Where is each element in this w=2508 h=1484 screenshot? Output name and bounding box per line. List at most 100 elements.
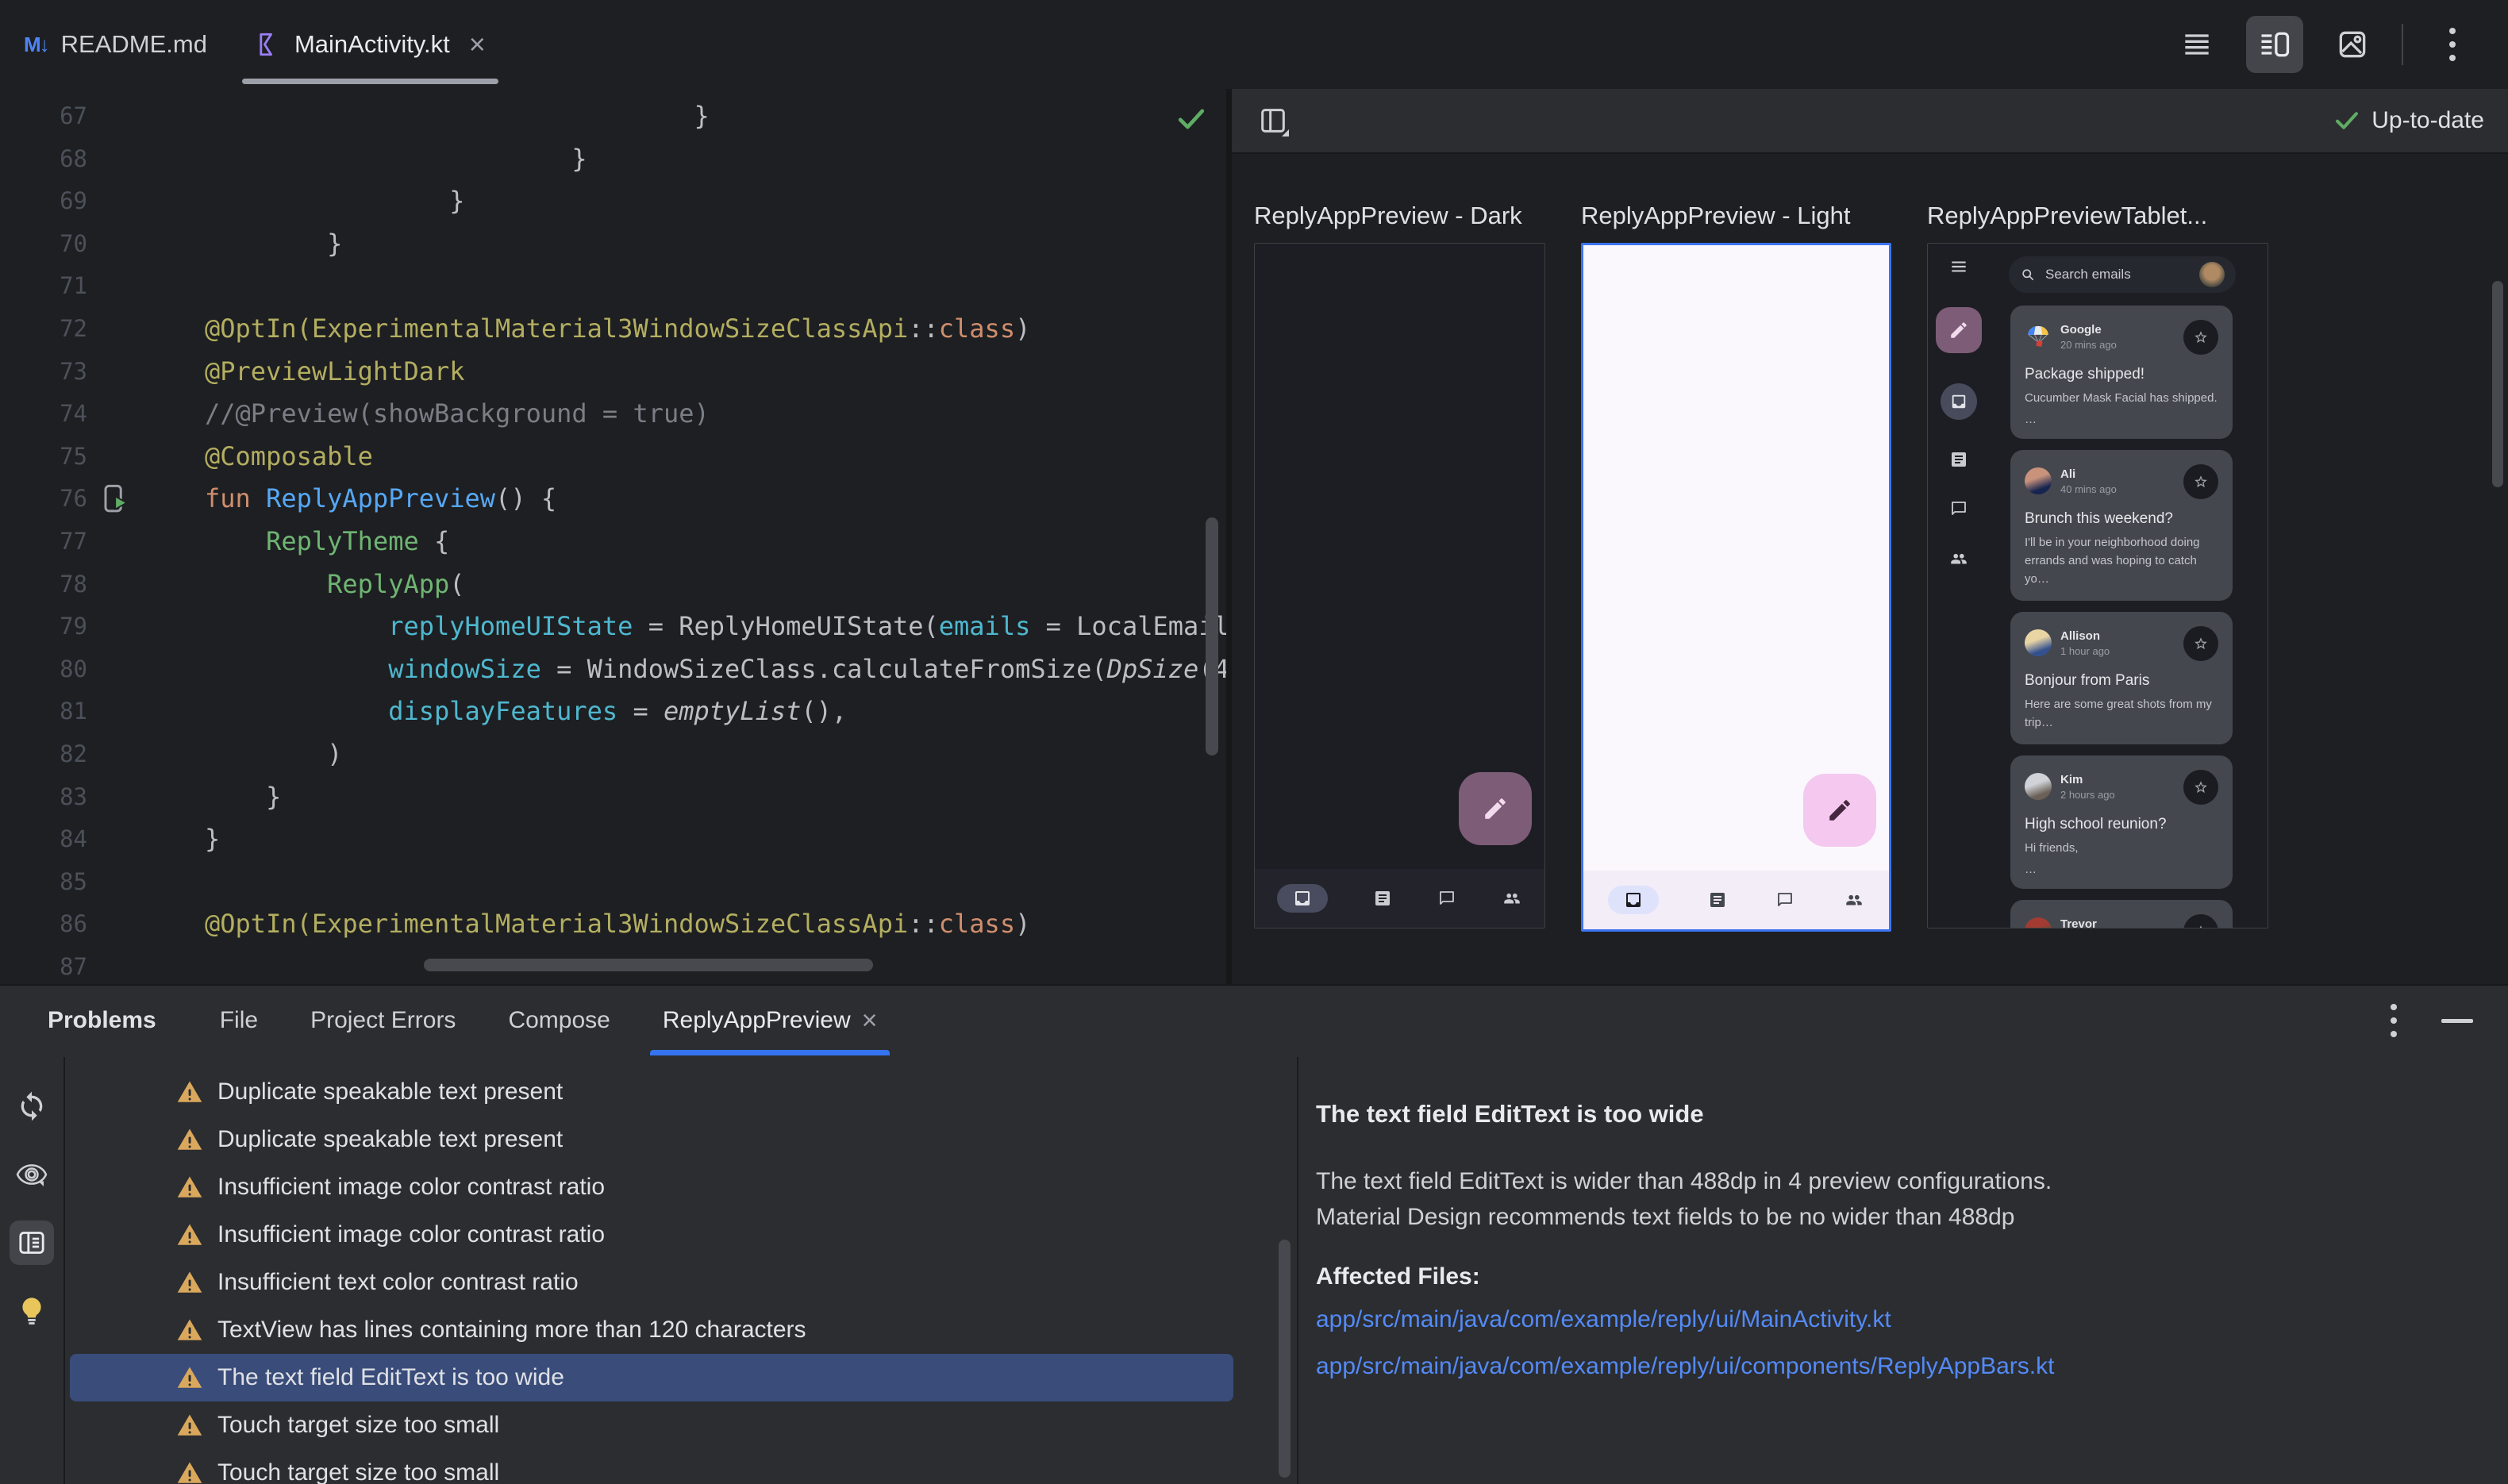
problem-row[interactable]: Insufficient text color contrast ratio [70,1259,1233,1306]
code-line[interactable]: 72@OptIn(ExperimentalMaterial3WindowSize… [0,308,1226,351]
nav-people[interactable] [1948,548,1969,569]
preview-layout-button[interactable] [1256,103,1291,138]
preview-canvas[interactable]: ReplyAppPreview - Dark Search emails Goo… [1232,154,2508,984]
code-line[interactable]: 80 windowSize = WindowSizeClass.calculat… [0,648,1226,691]
design-view-button[interactable] [2324,16,2381,73]
problem-row[interactable]: The text field EditText is too wide [70,1354,1233,1401]
preview-light[interactable]: ReplyAppPreview - Light Search emails Go… [1581,202,1891,932]
favorite-button[interactable] [2183,464,2218,499]
nav-inbox[interactable] [1277,884,1328,913]
favorite-button[interactable] [2183,626,2218,661]
favorite-button[interactable] [2183,320,2218,355]
nav-inbox[interactable] [1941,383,1977,420]
split-view-button[interactable] [2246,16,2303,73]
email-card[interactable]: Google20 mins agoPackage shipped!Cucumbe… [2010,306,2233,439]
problem-row[interactable]: Touch target size too small [70,1449,1233,1484]
code-line[interactable]: 70 } [0,223,1226,266]
code-line[interactable]: 69 } [0,180,1226,223]
compose-fab[interactable] [1459,772,1532,845]
refresh-button[interactable] [10,1084,54,1128]
code-line[interactable]: 71 [0,265,1226,308]
favorite-button[interactable] [2183,914,2218,928]
tablet-frame[interactable]: Search emails Google20 mins agoPackage s… [1927,243,2268,928]
preview-tablet[interactable]: ReplyAppPreviewTablet... [1927,202,2268,928]
code-line[interactable]: 68 } [0,138,1226,181]
avatar[interactable] [2199,262,2225,287]
code-line[interactable]: 74//@Preview(showBackground = true) [0,393,1226,436]
nav-people[interactable] [1502,888,1522,909]
tab-readme[interactable]: M↓ README.md [0,0,231,89]
email-card[interactable]: Kim2 hours agoHigh school reunion?Hi fri… [2010,755,2233,889]
tab-project-errors[interactable]: Project Errors [290,986,476,1055]
code-view-button[interactable] [2168,16,2225,73]
tab-file[interactable]: File [199,986,279,1055]
nav-chat[interactable] [1949,499,1968,518]
code-line[interactable]: 67 } [0,95,1226,138]
editor-vertical-scrollbar[interactable] [1206,517,1218,755]
code-line[interactable]: 85 [0,861,1226,904]
affected-file-link[interactable]: app/src/main/java/com/example/reply/ui/M… [1316,1301,2476,1337]
problem-row[interactable]: Duplicate speakable text present [70,1068,1233,1116]
kebab-menu-icon[interactable] [2391,1004,2397,1037]
nav-articles[interactable] [1373,889,1392,908]
problems-list[interactable]: Duplicate speakable text presentDuplicat… [65,1057,1297,1484]
code-line[interactable]: 73@PreviewLightDark [0,351,1226,394]
nav-people[interactable] [1844,890,1864,910]
more-options-button[interactable] [2424,16,2481,73]
code-view-icon [2179,27,2214,62]
compose-fab[interactable] [1936,307,1982,353]
tab-replyapppreview[interactable]: ReplyAppPreview× [642,986,898,1055]
tablet-content: Search emails Google20 mins agoPackage s… [1990,244,2268,928]
problems-scrollbar[interactable] [1279,1240,1291,1478]
affected-file-link[interactable]: app/src/main/java/com/example/reply/ui/c… [1316,1348,2476,1384]
problem-row[interactable]: Duplicate speakable text present [70,1116,1233,1163]
email-card[interactable]: Allison1 hour agoBonjour from ParisHere … [2010,612,2233,744]
preview-scrollbar[interactable] [2492,281,2503,487]
code-text: fun ReplyAppPreview() { [144,478,556,521]
nav-articles[interactable] [1949,450,1968,469]
navigation-rail [1928,244,1990,928]
code-editor[interactable]: 67 }68 }69 }70 }7172@OptIn(ExperimentalM… [0,89,1226,984]
phone-frame-dark[interactable]: Search emails Google20 mins agoPackage s… [1254,243,1545,928]
view-options-button[interactable] [10,1152,54,1197]
close-icon[interactable]: × [862,1005,878,1036]
problem-row[interactable]: Touch target size too small [70,1401,1233,1449]
problem-row[interactable]: TextView has lines containing more than … [70,1306,1233,1354]
code-line[interactable]: 77 ReplyTheme { [0,521,1226,563]
details-panel-button[interactable] [10,1221,54,1265]
editor-horizontal-scrollbar[interactable] [424,959,873,971]
phone-frame-light[interactable]: Search emails Google20 mins agoPackage s… [1581,243,1891,932]
editor-preview-splitter[interactable] [1226,89,1232,984]
code-line[interactable]: 83 } [0,776,1226,819]
problem-row[interactable]: Insufficient image color contrast ratio [70,1163,1233,1211]
favorite-button[interactable] [2183,770,2218,805]
code-line[interactable]: 84} [0,818,1226,861]
code-line[interactable]: 75@Composable [0,436,1226,479]
nav-chat[interactable] [1437,889,1456,908]
search-bar[interactable]: Search emails [2009,256,2236,293]
code-line[interactable]: 82 ) [0,733,1226,776]
tab-compose[interactable]: Compose [487,986,630,1055]
tab-mainactivity[interactable]: MainActivity.kt × [231,0,510,89]
close-icon[interactable]: × [469,30,486,59]
email-card[interactable]: Ali40 mins agoBrunch this weekend?I'll b… [2010,450,2233,601]
nav-chat[interactable] [1775,890,1794,909]
code-line[interactable]: 86@OptIn(ExperimentalMaterial3WindowSize… [0,903,1226,946]
problem-row[interactable]: Insufficient image color contrast ratio [70,1211,1233,1259]
code-line[interactable]: 78 ReplyApp( [0,563,1226,606]
code-line[interactable]: 81 displayFeatures = emptyList(), [0,690,1226,733]
inspection-ok-icon[interactable] [1174,102,1209,136]
nav-articles[interactable] [1708,890,1727,909]
compose-fab[interactable] [1803,774,1876,847]
code-line[interactable]: 76fun ReplyAppPreview() { [0,478,1226,521]
preview-dark[interactable]: ReplyAppPreview - Dark Search emails Goo… [1254,202,1545,928]
nav-inbox[interactable] [1608,886,1659,914]
run-preview-icon[interactable] [87,478,144,521]
split-view-icon [2257,27,2292,62]
quick-fix-button[interactable] [10,1289,54,1333]
email-card[interactable]: Trevor2 hours ago [2010,900,2233,928]
minimize-icon[interactable] [2441,1019,2473,1023]
bottom-navigation [1255,869,1544,928]
menu-icon[interactable] [1948,256,1969,277]
code-line[interactable]: 79 replyHomeUIState = ReplyHomeUIState(e… [0,606,1226,648]
